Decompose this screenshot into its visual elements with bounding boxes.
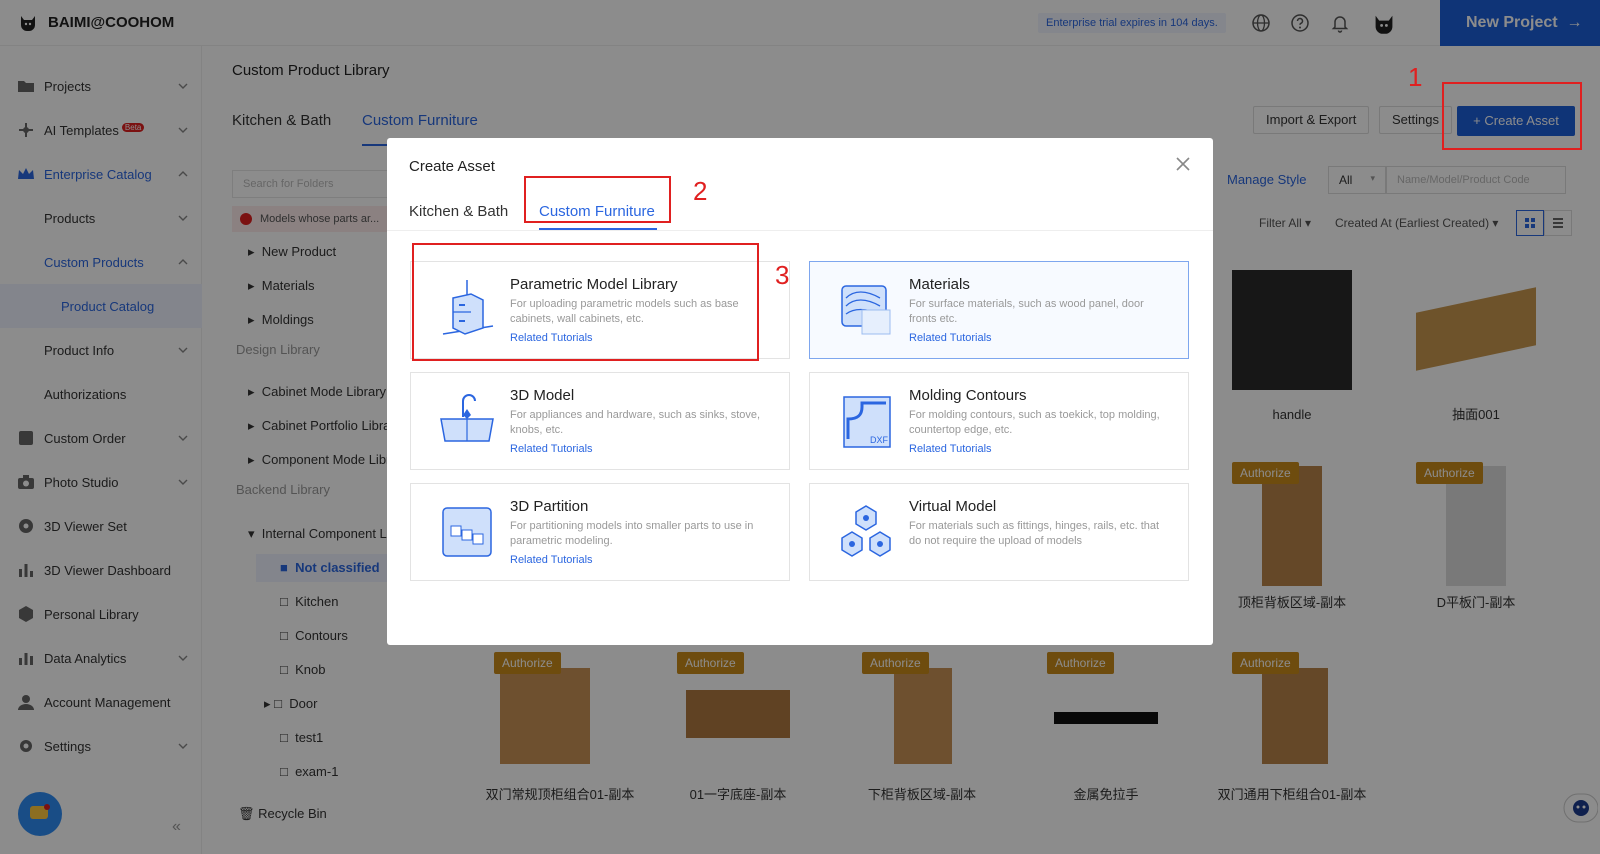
annotation-box-2 — [524, 176, 671, 223]
tile-title: 3D Partition — [510, 498, 589, 515]
modal-tab-divider — [387, 230, 1213, 231]
materials-icon — [841, 285, 891, 335]
related-tutorials-link[interactable]: Related Tutorials — [510, 443, 593, 455]
tile-3d-model[interactable]: 3D Model For appliances and hardware, su… — [410, 372, 790, 470]
tile-description: For molding contours, such as toekick, t… — [909, 409, 1160, 436]
modal-title: Create Asset — [409, 158, 495, 175]
hexagons-icon — [841, 505, 891, 557]
tile-materials[interactable]: Materials For surface materials, such as… — [809, 261, 1189, 359]
tile-description: For partitioning models into smaller par… — [510, 520, 754, 547]
dxf-icon: DXF — [843, 396, 891, 448]
related-tutorials-link[interactable]: Related Tutorials — [909, 443, 992, 455]
tile-molding-contours[interactable]: DXF Molding Contours For molding contour… — [809, 372, 1189, 470]
tile-description: For surface materials, such as wood pane… — [909, 298, 1144, 325]
tile-virtual-model[interactable]: Virtual Model For materials such as fitt… — [809, 483, 1189, 581]
close-icon[interactable] — [1175, 156, 1191, 172]
related-tutorials-link[interactable]: Related Tutorials — [510, 554, 593, 566]
annotation-number-1: 1 — [1408, 62, 1423, 92]
annotation-box-1 — [1442, 82, 1582, 150]
create-asset-modal: Create Asset Kitchen & Bath Custom Furni… — [387, 138, 1213, 645]
sink-icon — [440, 394, 494, 442]
related-tutorials-link[interactable]: Related Tutorials — [909, 332, 992, 344]
annotation-box-3 — [412, 243, 759, 361]
tile-title: Molding Contours — [909, 387, 1027, 404]
dxf-label: DXF — [870, 435, 889, 445]
tile-title: Materials — [909, 276, 970, 293]
tile-description: For appliances and hardware, such as sin… — [510, 409, 761, 436]
modal-tab-kitchen-bath[interactable]: Kitchen & Bath — [409, 203, 508, 220]
annotation-number-2: 2 — [693, 176, 708, 206]
tile-title: 3D Model — [510, 387, 575, 404]
tile-title: Virtual Model — [909, 498, 997, 515]
tile-description: For materials such as fittings, hinges, … — [909, 520, 1160, 547]
tile-3d-partition[interactable]: 3D Partition For partitioning models int… — [410, 483, 790, 581]
annotation-number-3: 3 — [775, 260, 790, 290]
partition-icon — [442, 507, 492, 557]
